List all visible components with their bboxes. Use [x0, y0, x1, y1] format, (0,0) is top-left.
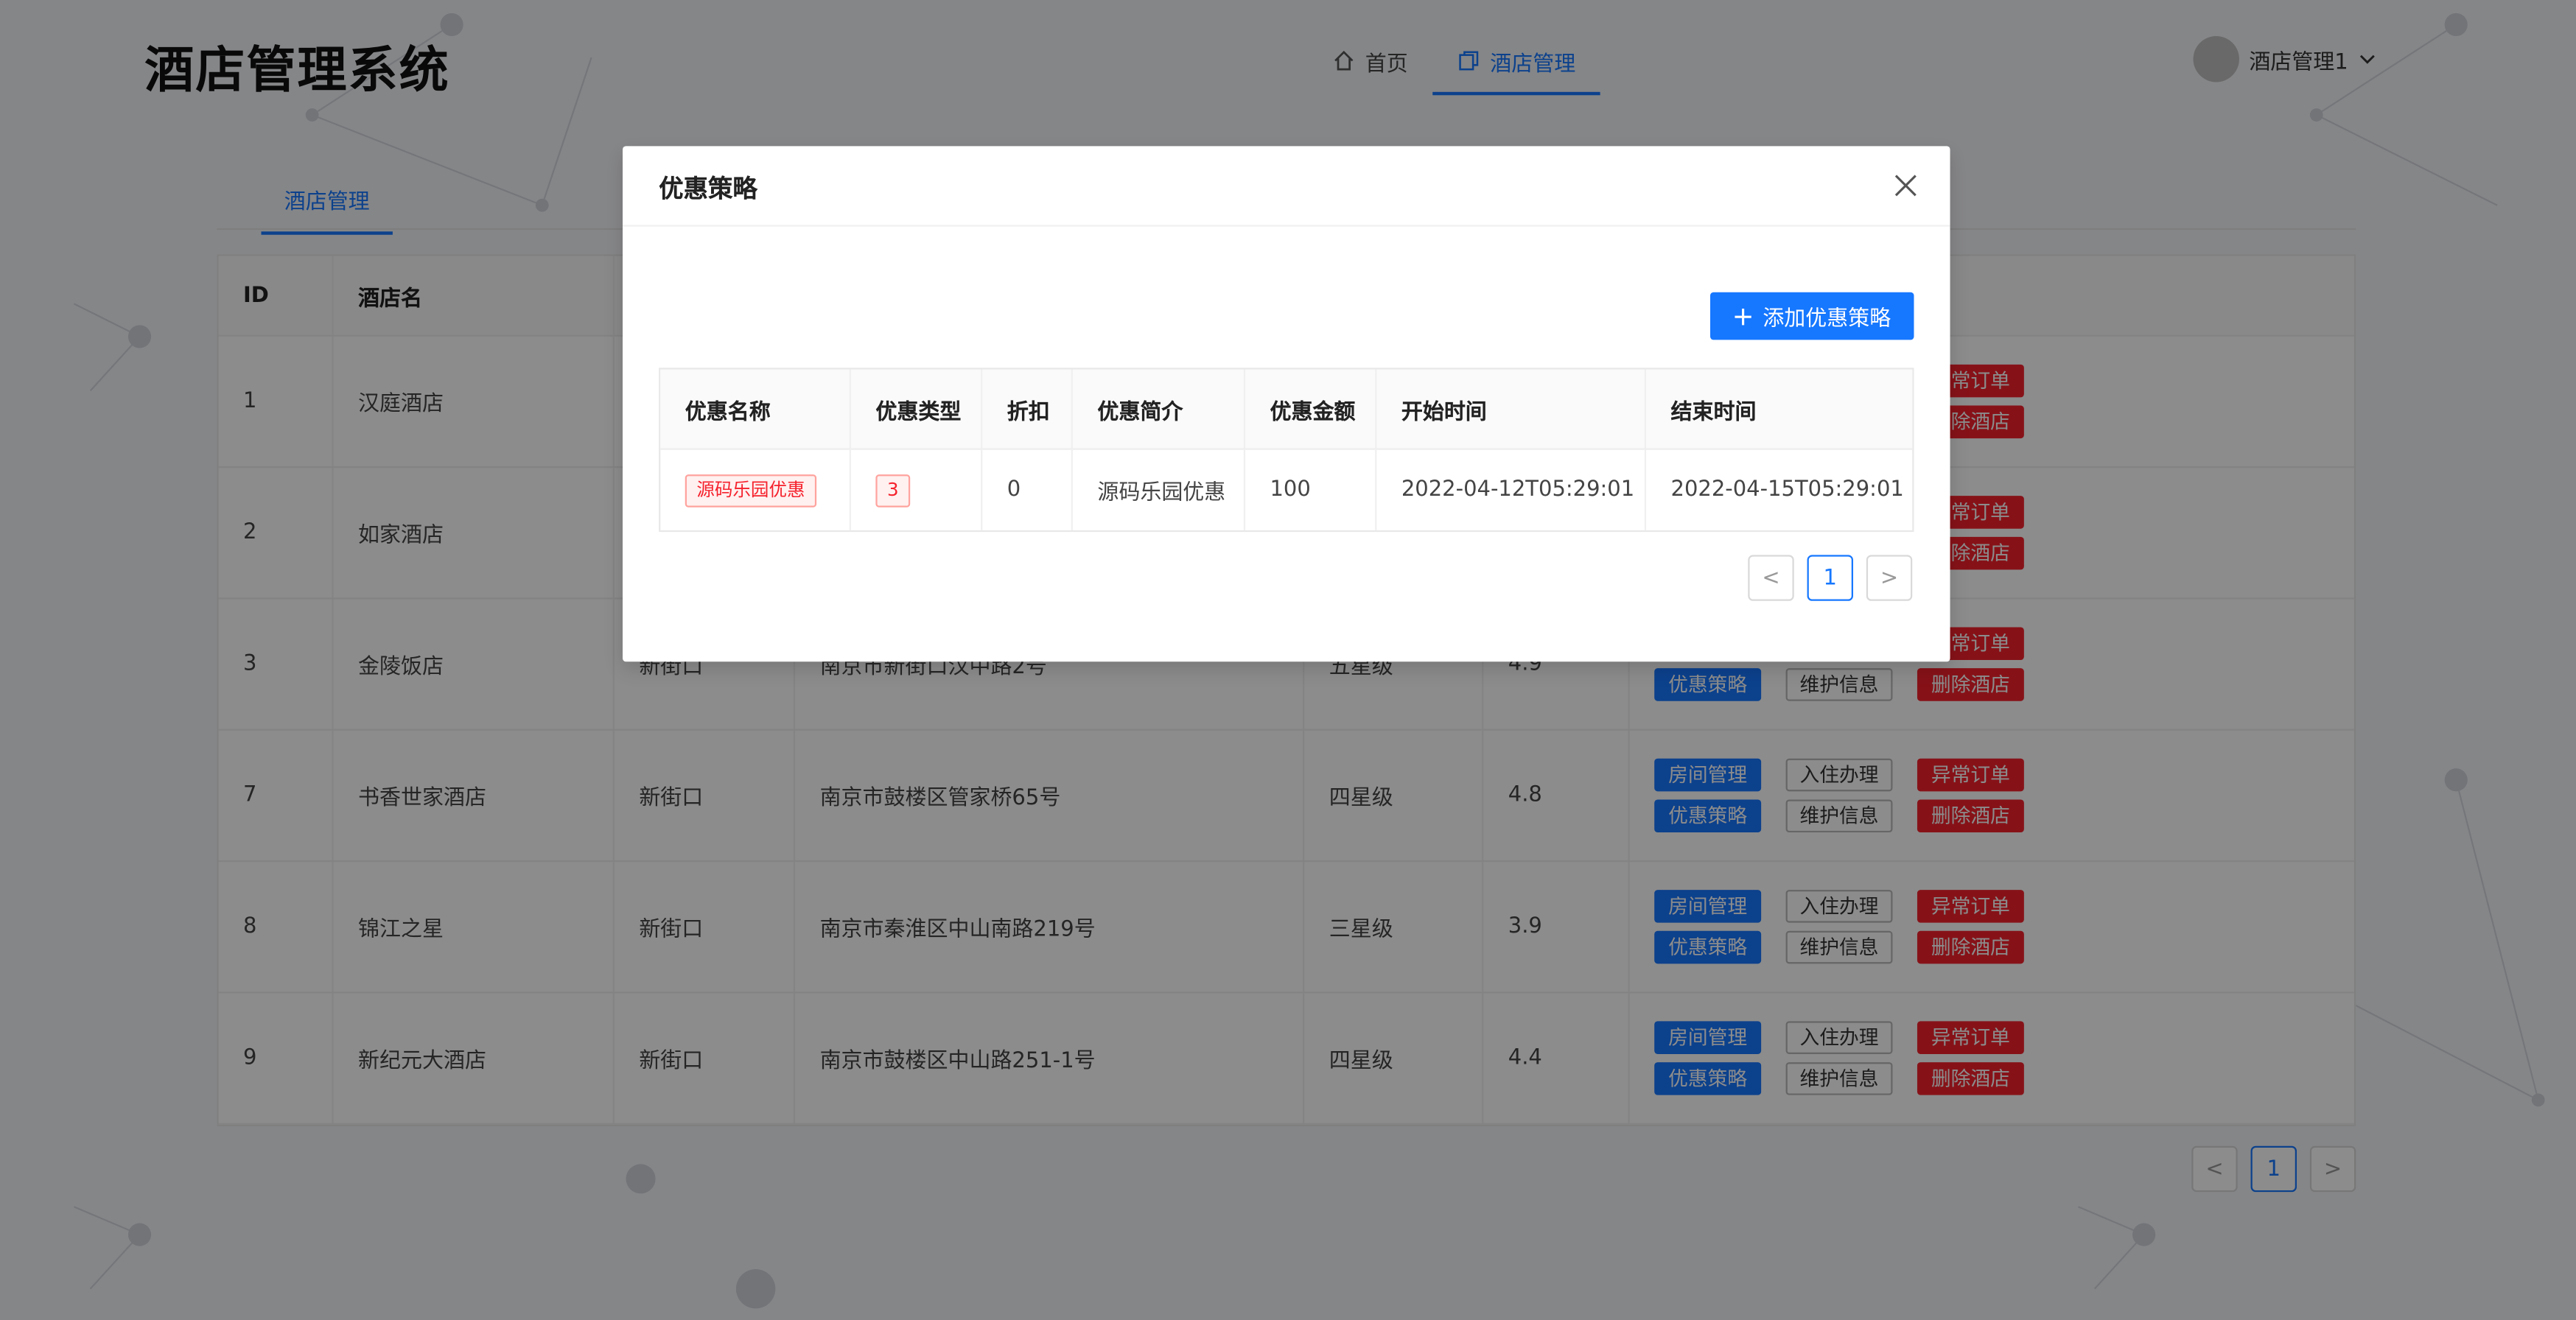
modal-pagination: < 1 >	[1748, 555, 1913, 601]
modal-title: 优惠策略	[659, 174, 757, 204]
discount-table: 优惠名称 优惠类型 折扣 优惠简介 优惠金额 开始时间 结束时间 源码乐园优惠 …	[659, 368, 1914, 533]
col-discount-intro: 优惠简介	[1073, 369, 1246, 449]
cell-amount: 100	[1245, 449, 1377, 530]
modal-prev-page-button[interactable]: <	[1748, 555, 1794, 601]
close-icon[interactable]	[1894, 174, 1917, 197]
cell-end: 2022-04-15T05:29:01	[1670, 477, 1904, 503]
col-discount-amount: 优惠金额	[1245, 369, 1377, 449]
discount-table-header: 优惠名称 优惠类型 折扣 优惠简介 优惠金额 开始时间 结束时间	[660, 369, 1913, 450]
cell-discount: 0	[982, 449, 1073, 530]
cell-intro: 源码乐园优惠	[1073, 449, 1246, 530]
col-end-time: 结束时间	[1670, 399, 1757, 425]
cell-discount-type: 3	[851, 449, 983, 530]
modal-page-1-button[interactable]: 1	[1807, 555, 1853, 601]
cell-start: 2022-04-12T05:29:01	[1376, 449, 1647, 530]
col-discount-rate: 折扣	[982, 369, 1073, 449]
modal-header: 优惠策略	[623, 146, 1950, 227]
col-discount-name: 优惠名称	[660, 369, 851, 449]
discount-type-tag: 3	[875, 474, 911, 507]
col-discount-type: 优惠类型	[851, 369, 983, 449]
modal-next-page-button[interactable]: >	[1866, 555, 1913, 601]
table-row: 源码乐园优惠 3 0 源码乐园优惠 100 2022-04-12T05:29:0…	[660, 449, 1912, 530]
discount-name-tag: 源码乐园优惠	[685, 474, 817, 507]
add-discount-button[interactable]: 添加优惠策略	[1710, 292, 1914, 340]
plus-icon	[1735, 307, 1751, 325]
discount-modal: 优惠策略 添加优惠策略 优惠名称 优惠类型 折扣 优惠简介 优惠金额 开始时间 …	[623, 146, 1950, 662]
col-start-time: 开始时间	[1376, 369, 1647, 449]
cell-discount-name: 源码乐园优惠	[660, 449, 851, 530]
add-discount-label: 添加优惠策略	[1763, 306, 1891, 332]
